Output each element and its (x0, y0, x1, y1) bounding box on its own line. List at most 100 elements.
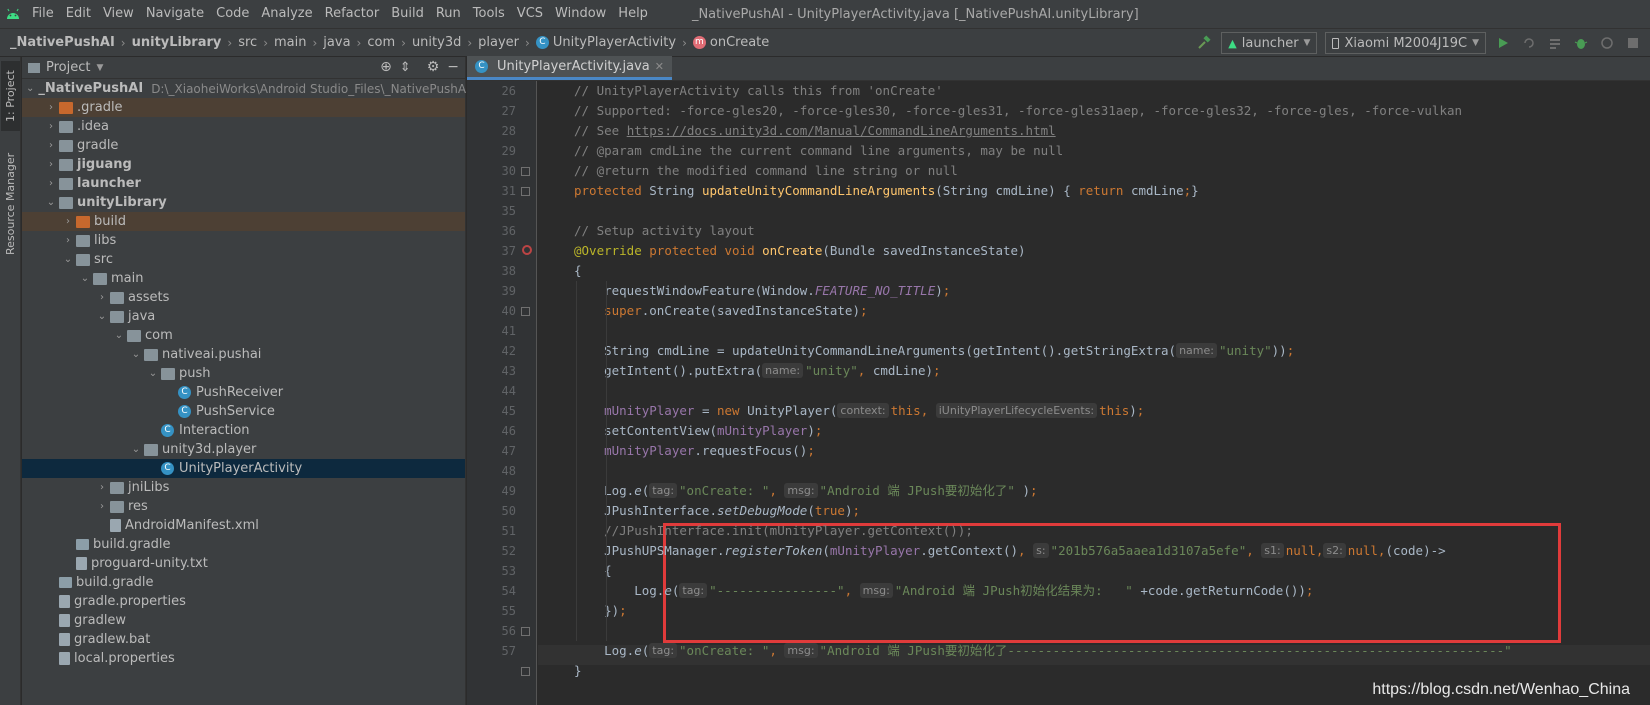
menu-item-build[interactable]: Build (385, 0, 430, 28)
fold-marker-icon[interactable] (521, 627, 530, 636)
tab-unityplayeractivity[interactable]: C UnityPlayerActivity.java ✕ (467, 56, 672, 80)
tree-item[interactable]: AndroidManifest.xml (22, 516, 465, 535)
breadcrumb-item[interactable]: unityLibrary (132, 35, 222, 50)
tree-item[interactable]: proguard-unity.txt (22, 554, 465, 573)
tree-item[interactable]: ⌄ push (22, 364, 465, 383)
chevron-right-icon[interactable]: › (43, 121, 59, 132)
tree-item[interactable]: ⌄ nativeai.pushai (22, 345, 465, 364)
run-icon[interactable] (1494, 34, 1512, 52)
breadcrumb-item[interactable]: m onCreate (692, 35, 769, 50)
code-editor[interactable]: // UnityPlayerActivity calls this from '… (538, 81, 1650, 705)
chevron-right-icon[interactable]: › (60, 235, 76, 246)
tree-item[interactable]: gradlew (22, 611, 465, 630)
menu-item-refactor[interactable]: Refactor (319, 0, 386, 28)
menu-item-file[interactable]: File (26, 0, 60, 28)
chevron-right-icon[interactable]: › (43, 178, 59, 189)
chevron-down-icon[interactable]: ⌄ (94, 311, 110, 322)
tree-item[interactable]: build.gradle (22, 573, 465, 592)
tree-item[interactable]: build.gradle (22, 535, 465, 554)
chevron-down-icon[interactable]: ⌄ (77, 273, 93, 284)
tree-item[interactable]: ⌄ unityLibrary (22, 193, 465, 212)
device-select[interactable]: Xiaomi M2004J19C ▼ (1325, 32, 1486, 54)
breadcrumb-item[interactable]: _NativePushAI (10, 35, 115, 50)
project-tool-tab[interactable]: 1: Project (1, 61, 20, 131)
fold-marker-icon[interactable] (521, 307, 530, 316)
menu-item-edit[interactable]: Edit (60, 0, 97, 28)
tree-item[interactable]: › res (22, 497, 465, 516)
tree-item[interactable]: › jiguang (22, 155, 465, 174)
chevron-down-icon[interactable]: ⌄ (60, 254, 76, 265)
chevron-right-icon[interactable]: › (94, 482, 110, 493)
tree-item[interactable]: gradle.properties (22, 592, 465, 611)
fold-marker-icon[interactable] (521, 187, 530, 196)
minimize-icon[interactable]: − (447, 59, 459, 75)
breadcrumb-item[interactable]: main (274, 35, 306, 50)
breadcrumb-item[interactable]: src (238, 35, 257, 50)
tree-item[interactable]: ⌄ src (22, 250, 465, 269)
locate-file-icon[interactable]: ⊕ (380, 59, 392, 75)
chevron-right-icon[interactable]: › (43, 140, 59, 151)
tree-item[interactable]: ⌄ main (22, 269, 465, 288)
code-token: "unity" (1218, 343, 1272, 358)
chevron-right-icon[interactable]: › (94, 501, 110, 512)
menu-item-code[interactable]: Code (210, 0, 255, 28)
menu-item-help[interactable]: Help (612, 0, 654, 28)
tree-item[interactable]: › launcher (22, 174, 465, 193)
resource-manager-tool-tab[interactable]: Resource Manager (1, 149, 20, 259)
menu-item-run[interactable]: Run (430, 0, 467, 28)
apply-code-changes-icon[interactable] (1546, 34, 1564, 52)
tree-item[interactable]: ⌄ _NativePushAI D:\_XiaoheiWorks\Android S… (22, 79, 470, 98)
fold-marker-icon[interactable] (521, 667, 530, 676)
override-method-icon[interactable] (522, 245, 532, 255)
project-view-selector[interactable]: Project (46, 60, 90, 75)
fold-marker-icon[interactable] (521, 167, 530, 176)
tree-item[interactable]: › gradle (22, 136, 465, 155)
breadcrumb-item[interactable]: java (323, 35, 350, 50)
breadcrumb-item[interactable]: C UnityPlayerActivity (535, 35, 676, 50)
chevron-right-icon[interactable]: › (94, 292, 110, 303)
menu-item-tools[interactable]: Tools (467, 0, 511, 28)
chevron-down-icon[interactable]: ⌄ (145, 368, 161, 379)
chevron-right-icon[interactable]: › (43, 102, 59, 113)
gear-icon[interactable]: ⚙ (427, 59, 440, 75)
tree-item[interactable]: ⌄ com (22, 326, 465, 345)
tree-item-selected[interactable]: C UnityPlayerActivity (22, 459, 465, 478)
chevron-right-icon[interactable]: › (60, 216, 76, 227)
close-icon[interactable]: ✕ (655, 60, 664, 73)
debug-icon[interactable] (1572, 34, 1590, 52)
breadcrumb-item[interactable]: player (478, 35, 519, 50)
menu-item-window[interactable]: Window (549, 0, 612, 28)
tree-item[interactable]: ⌄ java (22, 307, 465, 326)
tree-item[interactable]: › assets (22, 288, 465, 307)
tree-item[interactable]: C Interaction (22, 421, 465, 440)
tree-item[interactable]: › build (22, 212, 465, 231)
hammer-build-icon[interactable] (1195, 34, 1213, 52)
breadcrumb-item[interactable]: unity3d (412, 35, 461, 50)
tree-item[interactable]: › libs (22, 231, 465, 250)
tree-item[interactable]: C PushReceiver (22, 383, 465, 402)
menu-item-view[interactable]: View (97, 0, 140, 28)
chevron-down-icon[interactable]: ⌄ (128, 349, 144, 360)
chevron-down-icon[interactable]: ▼ (96, 63, 103, 73)
menu-item-navigate[interactable]: Navigate (140, 0, 210, 28)
chevron-down-icon[interactable]: ⌄ (43, 197, 59, 208)
tree-item[interactable]: › jniLibs (22, 478, 465, 497)
tree-item[interactable]: local.properties (22, 649, 465, 668)
run-config-select[interactable]: ▲ launcher ▼ (1221, 32, 1318, 54)
chevron-down-icon[interactable]: ⌄ (111, 330, 127, 341)
tree-item[interactable]: ⌄ unity3d.player (22, 440, 465, 459)
attach-debugger-icon[interactable] (1624, 34, 1642, 52)
tree-item[interactable]: › .gradle (22, 98, 465, 117)
tree-item[interactable]: gradlew.bat (22, 630, 465, 649)
menu-item-vcs[interactable]: VCS (511, 0, 549, 28)
profile-icon[interactable] (1598, 34, 1616, 52)
chevron-down-icon[interactable]: ⌄ (128, 444, 144, 455)
chevron-right-icon[interactable]: › (43, 159, 59, 170)
chevron-down-icon[interactable]: ⌄ (26, 83, 34, 94)
tree-item[interactable]: C PushService (22, 402, 465, 421)
collapse-all-icon[interactable]: ⇕ (400, 60, 411, 75)
apply-changes-icon[interactable] (1520, 34, 1538, 52)
tree-item[interactable]: › .idea (22, 117, 465, 136)
breadcrumb-item[interactable]: com (367, 35, 395, 50)
menu-item-analyze[interactable]: Analyze (255, 0, 318, 28)
